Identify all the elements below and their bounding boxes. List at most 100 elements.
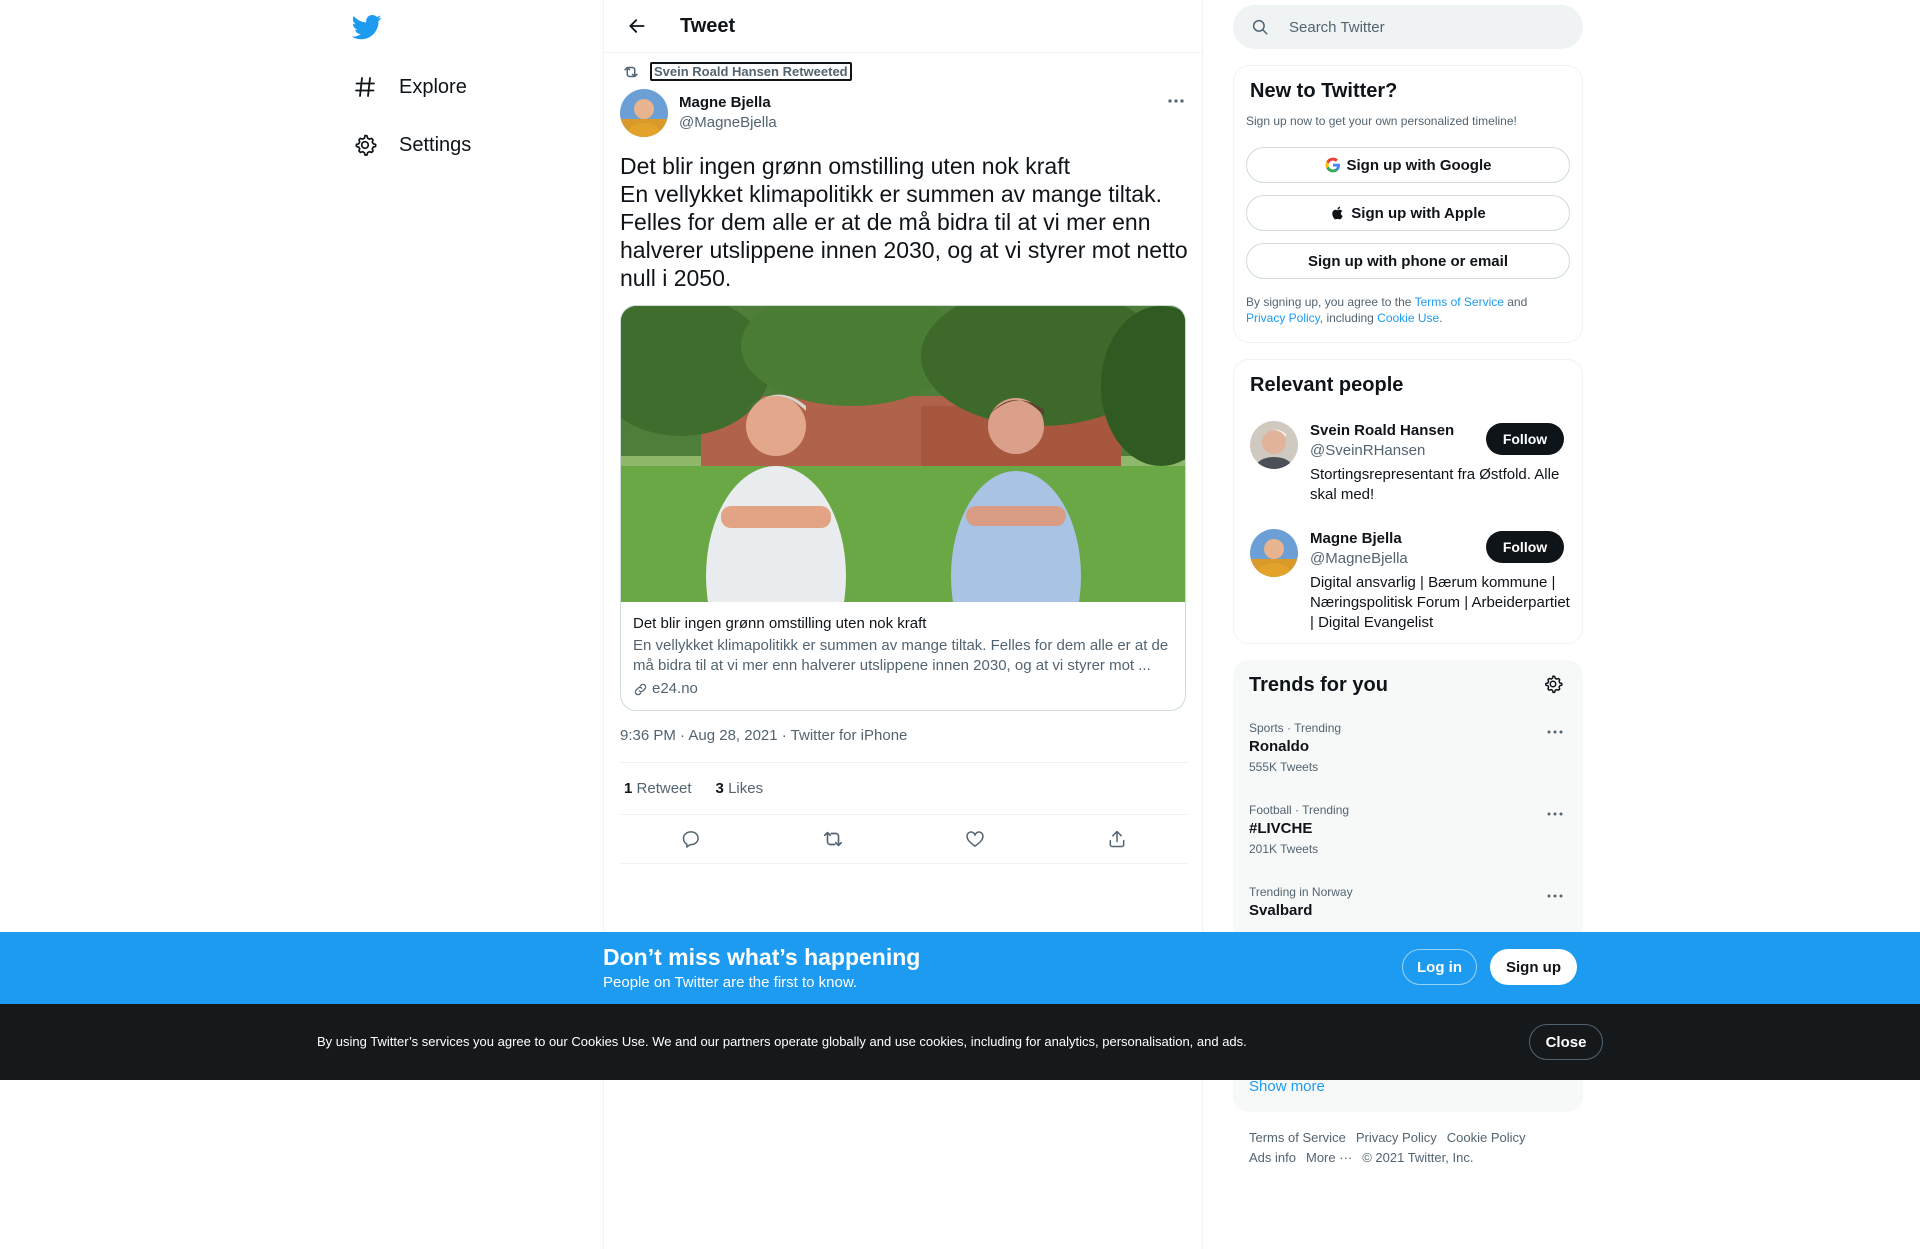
signup-panel: New to Twitter? Sign up now to get your … (1233, 65, 1583, 343)
person-handle[interactable]: @SveinRHansen (1310, 441, 1425, 461)
trend-count: 201K Tweets (1249, 842, 1319, 856)
trend-name: Ronaldo (1249, 738, 1309, 755)
apple-icon (1330, 205, 1345, 221)
person-name[interactable]: Magne Bjella (1310, 529, 1402, 549)
footer-cookie-link[interactable]: Cookie Policy (1447, 1130, 1526, 1145)
tweet-timestamp[interactable]: 9:36 PM · Aug 28, 2021 · Twitter for iPh… (620, 727, 907, 744)
avatar[interactable] (1250, 529, 1298, 577)
person-name[interactable]: Svein Roald Hansen (1310, 421, 1454, 441)
signup-google-label: Sign up with Google (1346, 156, 1492, 174)
trend-count: 555K Tweets (1249, 760, 1319, 774)
share-icon[interactable] (1100, 822, 1134, 856)
trend-category: Sports · Trending (1249, 721, 1342, 735)
footer-more-link[interactable]: More ··· (1306, 1150, 1352, 1165)
retweets-label: Retweet (636, 780, 692, 797)
prompt-subtitle: People on Twitter are the first to know. (603, 974, 858, 991)
reply-icon[interactable] (674, 822, 708, 856)
likes-count: 3 (715, 780, 724, 797)
legal-text-4: . (1439, 311, 1443, 325)
legal-text-1: By signing up, you agree to the (1246, 295, 1415, 309)
signup-apple-button[interactable]: Sign up with Apple (1246, 195, 1570, 231)
signup-phone-email-button[interactable]: Sign up with phone or email (1246, 243, 1570, 279)
nav-settings-label: Settings (399, 133, 472, 156)
author-name[interactable]: Magne Bjella (679, 93, 777, 113)
signup-legal: By signing up, you agree to the Terms of… (1246, 294, 1566, 326)
follow-button[interactable]: Follow (1486, 423, 1564, 455)
tweet-author[interactable]: Magne Bjella @MagneBjella (620, 89, 777, 137)
retweet-icon[interactable] (816, 822, 850, 856)
signup-prompt-bar: Don’t miss what’s happening People on Tw… (0, 932, 1920, 1004)
nav-explore-label: Explore (399, 75, 467, 98)
retweeted-by-link[interactable]: Svein Roald Hansen Retweeted (650, 62, 852, 81)
legal-text-2: and (1503, 295, 1528, 309)
login-button[interactable]: Log in (1402, 949, 1477, 985)
tweet-stats: 1 Retweet 3 Likes (620, 762, 1188, 815)
follow-button[interactable]: Follow (1486, 531, 1564, 563)
retweets-count: 1 (624, 780, 633, 797)
relevant-people-title: Relevant people (1250, 374, 1404, 396)
nav-explore[interactable]: Explore (348, 65, 467, 109)
card-domain-text: e24.no (652, 680, 698, 697)
nav-settings[interactable]: Settings (348, 123, 471, 167)
tweet-actions (620, 815, 1188, 864)
avatar[interactable] (1250, 421, 1298, 469)
relevant-people-panel: Relevant people Svein Roald Hansen @Svei… (1233, 359, 1583, 644)
footer-privacy-link[interactable]: Privacy Policy (1356, 1130, 1437, 1145)
card-image (621, 306, 1185, 602)
card-domain: e24.no (633, 679, 1173, 699)
tweet-header: Tweet (604, 0, 1202, 53)
person-handle[interactable]: @MagneBjella (1310, 549, 1408, 569)
search-input[interactable] (1289, 18, 1549, 36)
trend-category: Trending in Norway (1249, 885, 1353, 899)
trend-name: #LIVCHE (1249, 820, 1313, 837)
card-description: En vellykket klimapolitikk er summen av … (633, 637, 1169, 674)
signup-button[interactable]: Sign up (1490, 949, 1577, 985)
search-icon (1251, 18, 1269, 36)
google-icon (1325, 157, 1341, 173)
show-more-link[interactable]: Show more (1249, 1078, 1325, 1095)
search-bar[interactable] (1233, 5, 1583, 49)
legal-text-3: , including (1319, 311, 1378, 325)
twitter-bird-icon[interactable] (352, 12, 386, 46)
trend-item[interactable]: Trending in Norway Svalbard (1249, 884, 1567, 922)
retweets-stat[interactable]: 1 Retweet (624, 780, 692, 797)
footer-copyright: © 2021 Twitter, Inc. (1362, 1150, 1474, 1165)
more-options-icon[interactable] (1543, 720, 1567, 744)
author-handle[interactable]: @MagneBjella (679, 113, 777, 133)
trends-title: Trends for you (1249, 674, 1388, 696)
signup-subtitle: Sign up now to get your own personalized… (1246, 114, 1517, 128)
likes-stat[interactable]: 3 Likes (716, 780, 764, 797)
privacy-link[interactable]: Privacy Policy (1246, 311, 1320, 325)
retweet-icon (622, 63, 640, 81)
likes-label: Likes (728, 780, 764, 797)
prompt-title: Don’t miss what’s happening (603, 944, 921, 970)
footer-terms-link[interactable]: Terms of Service (1249, 1130, 1346, 1145)
signup-apple-label: Sign up with Apple (1351, 204, 1486, 222)
link-card[interactable]: Det blir ingen grønn omstilling uten nok… (620, 305, 1186, 711)
hashtag-icon (348, 70, 382, 104)
card-title: Det blir ingen grønn omstilling uten nok… (633, 615, 927, 632)
signup-title: New to Twitter? (1250, 80, 1398, 102)
page-title: Tweet (680, 14, 736, 37)
like-heart-icon[interactable] (958, 822, 992, 856)
terms-link[interactable]: Terms of Service (1415, 295, 1504, 309)
signup-phone-label: Sign up with phone or email (1307, 252, 1508, 270)
arrow-left-icon[interactable] (620, 9, 654, 43)
cookie-text: By using Twitter’s services you agree to… (317, 1034, 1247, 1049)
retweet-context: Svein Roald Hansen Retweeted (620, 62, 852, 81)
more-options-icon[interactable] (1543, 884, 1567, 908)
more-options-icon[interactable] (1543, 802, 1567, 826)
close-button[interactable]: Close (1529, 1024, 1603, 1060)
more-options-icon[interactable] (1159, 84, 1193, 118)
signup-google-button[interactable]: Sign up with Google (1246, 147, 1570, 183)
trend-name: Svalbard (1249, 902, 1313, 919)
footer-ads-link[interactable]: Ads info (1249, 1150, 1296, 1165)
gear-icon[interactable] (1543, 674, 1567, 698)
avatar[interactable] (620, 89, 668, 137)
trend-item[interactable]: Sports · Trending Ronaldo 555K Tweets (1249, 720, 1567, 776)
cookie-use-link[interactable]: Cookie Use (1377, 311, 1439, 325)
person-bio: Digital ansvarlig | Bærum kommune | Næri… (1310, 574, 1570, 631)
trend-item[interactable]: Football · Trending #LIVCHE 201K Tweets (1249, 802, 1567, 858)
person-bio: Stortingsrepresentant fra Østfold. Alle … (1310, 466, 1560, 503)
link-icon (633, 682, 648, 697)
